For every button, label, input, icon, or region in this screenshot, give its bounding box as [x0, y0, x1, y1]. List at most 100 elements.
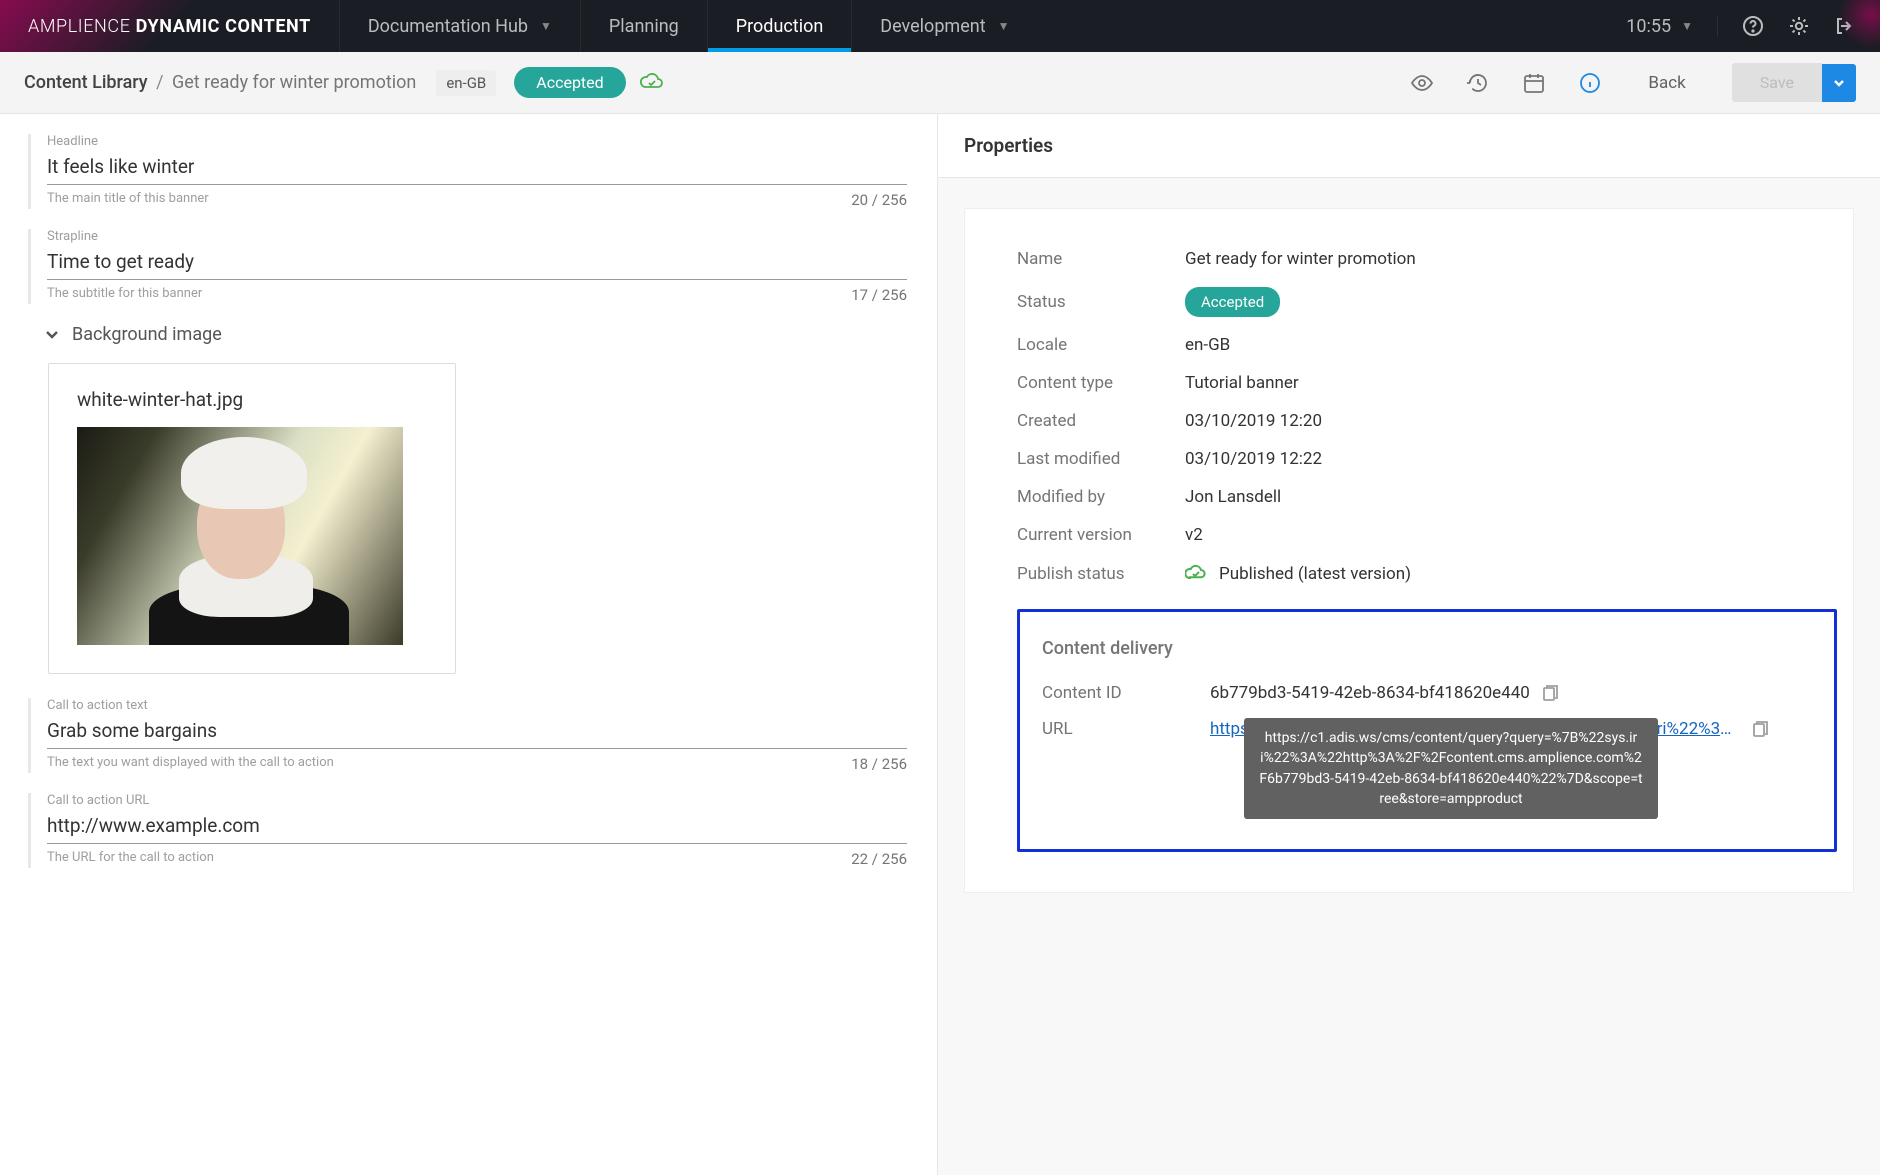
- prop-key: Content type: [1017, 373, 1185, 393]
- delivery-row-content-id: Content ID 6b779bd3-5419-42eb-8634-bf418…: [1042, 683, 1812, 703]
- char-count: 17 / 256: [851, 286, 907, 304]
- prop-value: en-GB: [1185, 335, 1230, 355]
- prop-key: Current version: [1017, 525, 1185, 545]
- save-group: Save: [1732, 63, 1856, 102]
- field-headline: Headline It feels like winter The main t…: [28, 134, 913, 209]
- chevron-down-icon: ▼: [998, 19, 1010, 33]
- prop-key: Created: [1017, 411, 1185, 431]
- prop-row-last-modified: Last modified 03/10/2019 12:22: [1017, 449, 1801, 469]
- field-label: Call to action URL: [47, 793, 913, 808]
- prop-value: Jon Lansdell: [1185, 487, 1281, 507]
- breadcrumb-sep: /: [152, 72, 167, 93]
- prop-key: Name: [1017, 249, 1185, 269]
- main: Headline It feels like winter The main t…: [0, 114, 1880, 1175]
- brand-text-bold: DYNAMIC CONTENT: [136, 16, 311, 37]
- save-dropdown[interactable]: [1822, 64, 1856, 102]
- properties-panel: Properties Name Get ready for winter pro…: [937, 114, 1880, 1175]
- prop-value: Tutorial banner: [1185, 373, 1299, 393]
- delivery-key: Content ID: [1042, 683, 1210, 703]
- info-icon[interactable]: [1578, 71, 1602, 95]
- image-card[interactable]: white-winter-hat.jpg: [48, 363, 456, 674]
- char-count: 18 / 256: [851, 755, 907, 773]
- field-strapline: Strapline Time to get ready The subtitle…: [28, 229, 913, 304]
- help-icon[interactable]: [1742, 15, 1764, 37]
- save-button: Save: [1732, 63, 1822, 102]
- field-label: Strapline: [47, 229, 913, 244]
- url-tooltip: https://c1.adis.ws/cms/content/query?que…: [1244, 718, 1658, 819]
- cloud-published-icon: [640, 71, 664, 95]
- char-count: 20 / 256: [851, 191, 907, 209]
- nav-planning[interactable]: Planning: [580, 0, 707, 52]
- field-label: Call to action text: [47, 698, 913, 713]
- nav-label: Planning: [609, 16, 679, 37]
- content-id-value: 6b779bd3-5419-42eb-8634-bf418620e440: [1210, 683, 1530, 703]
- prop-key: Modified by: [1017, 487, 1185, 507]
- prop-key: Last modified: [1017, 449, 1185, 469]
- locale-chip[interactable]: en-GB: [436, 70, 496, 96]
- field-cta-url: Call to action URL http://www.example.co…: [28, 793, 913, 868]
- clock[interactable]: 10:55 ▼: [1626, 16, 1718, 37]
- copy-icon[interactable]: [1750, 720, 1768, 738]
- nav-development[interactable]: Development ▼: [851, 0, 1037, 52]
- delivery-key: URL: [1042, 719, 1210, 739]
- chevron-down-icon: [44, 327, 60, 343]
- calendar-icon[interactable]: [1522, 71, 1546, 95]
- content-delivery-box: Content delivery Content ID 6b779bd3-541…: [1017, 609, 1837, 852]
- prop-value: Get ready for winter promotion: [1185, 249, 1416, 269]
- prop-row-locale: Locale en-GB: [1017, 335, 1801, 355]
- field-help: The main title of this banner: [47, 191, 209, 209]
- field-label: Headline: [47, 134, 913, 149]
- brand-decor: [1832, 0, 1880, 54]
- nav-production[interactable]: Production: [707, 0, 852, 52]
- prop-key: Locale: [1017, 335, 1185, 355]
- prop-row-current-version: Current version v2: [1017, 525, 1801, 545]
- prop-value: 03/10/2019 12:20: [1185, 411, 1322, 431]
- chevron-down-icon: ▼: [1681, 19, 1693, 33]
- eye-icon[interactable]: [1410, 71, 1434, 95]
- prop-row-name: Name Get ready for winter promotion: [1017, 249, 1801, 269]
- image-filename: white-winter-hat.jpg: [77, 388, 427, 411]
- breadcrumb: Content Library / Get ready for winter p…: [24, 72, 416, 93]
- breadcrumb-current: Get ready for winter promotion: [172, 72, 416, 93]
- prop-key: Status: [1017, 292, 1185, 312]
- properties-card: Name Get ready for winter promotion Stat…: [964, 208, 1854, 893]
- prop-value: Published (latest version): [1219, 564, 1411, 584]
- cta-text-input[interactable]: Grab some bargains: [47, 719, 907, 749]
- cloud-published-icon: [1185, 563, 1207, 585]
- field-help: The text you want displayed with the cal…: [47, 755, 334, 773]
- brand: AMPLIENCE DYNAMIC CONTENT: [0, 16, 339, 37]
- prop-key: Publish status: [1017, 564, 1185, 584]
- nav-label: Development: [880, 16, 985, 37]
- time-text: 10:55: [1626, 16, 1671, 37]
- form-column: Headline It feels like winter The main t…: [0, 114, 937, 1175]
- panel-title: Properties: [938, 114, 1880, 178]
- nav-label: Production: [736, 16, 824, 37]
- prop-row-content-type: Content type Tutorial banner: [1017, 373, 1801, 393]
- nav-documentation-hub[interactable]: Documentation Hub ▼: [339, 0, 580, 52]
- char-count: 22 / 256: [851, 850, 907, 868]
- prop-row-modified-by: Modified by Jon Lansdell: [1017, 487, 1801, 507]
- section-background-image[interactable]: Background image: [44, 324, 913, 345]
- back-button[interactable]: Back: [1616, 73, 1717, 93]
- nav-label: Documentation Hub: [368, 16, 528, 37]
- status-badge: Accepted: [1185, 287, 1280, 317]
- status-pill: Accepted: [514, 67, 625, 98]
- cta-url-input[interactable]: http://www.example.com: [47, 814, 907, 844]
- breadcrumb-root[interactable]: Content Library: [24, 72, 148, 93]
- prop-value: v2: [1185, 525, 1203, 545]
- prop-row-status: Status Accepted: [1017, 287, 1801, 317]
- strapline-input[interactable]: Time to get ready: [47, 250, 907, 280]
- prop-row-created: Created 03/10/2019 12:20: [1017, 411, 1801, 431]
- prop-value: 03/10/2019 12:22: [1185, 449, 1322, 469]
- top-nav: AMPLIENCE DYNAMIC CONTENT Documentation …: [0, 0, 1880, 52]
- prop-row-publish-status: Publish status Published (latest version…: [1017, 563, 1801, 585]
- field-help: The URL for the call to action: [47, 850, 214, 868]
- delivery-title: Content delivery: [1042, 638, 1812, 659]
- headline-input[interactable]: It feels like winter: [47, 155, 907, 185]
- gear-icon[interactable]: [1788, 15, 1810, 37]
- section-label: Background image: [72, 324, 222, 345]
- field-help: The subtitle for this banner: [47, 286, 202, 304]
- copy-icon[interactable]: [1540, 684, 1558, 702]
- brand-text-light: AMPLIENCE: [28, 16, 131, 37]
- history-icon[interactable]: [1466, 71, 1490, 95]
